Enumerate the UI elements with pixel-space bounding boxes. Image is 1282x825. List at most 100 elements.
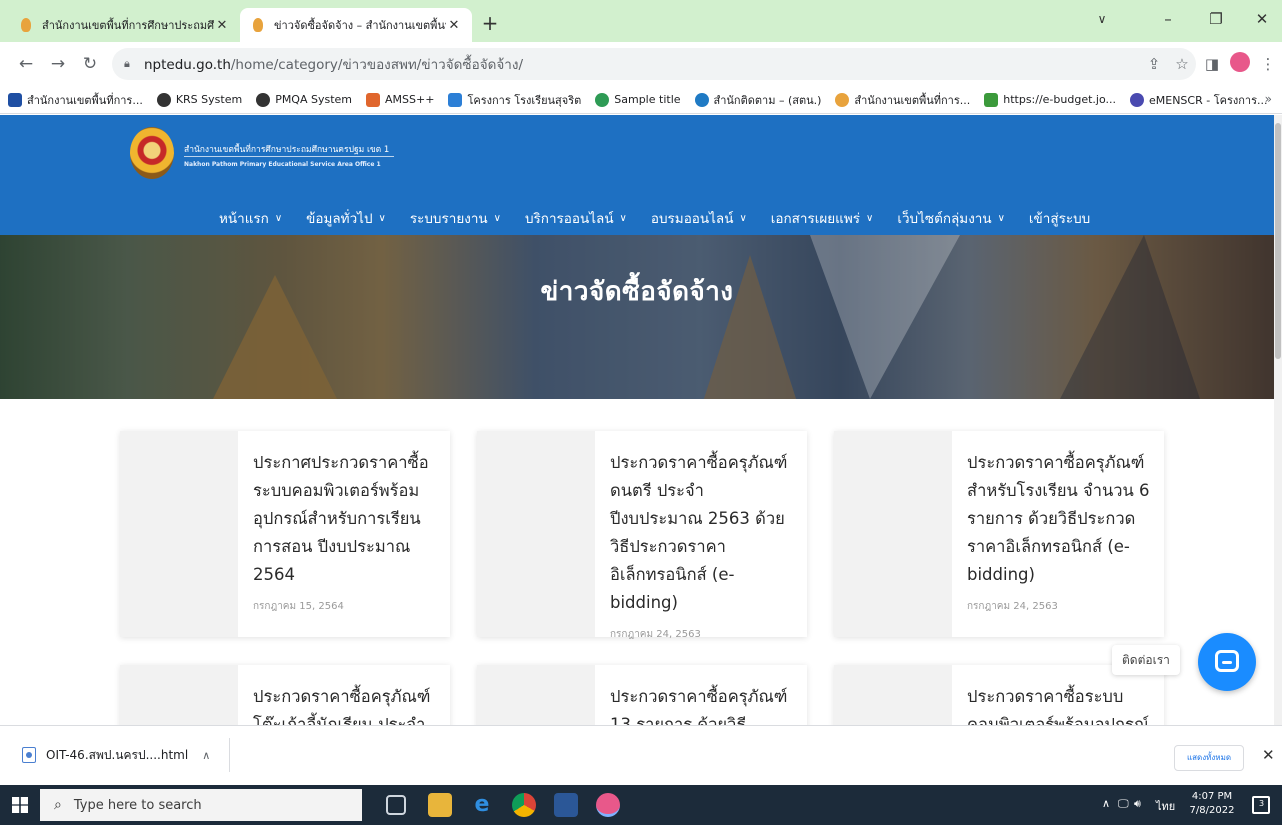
bookmark-item[interactable]: Sample title <box>595 92 681 107</box>
new-tab-button[interactable]: + <box>478 12 502 36</box>
post-card[interactable]: ประกวดราคาซื้อครุภัณฑ์ดนตรี ประจำปีงบประ… <box>477 431 807 640</box>
scrollbar-thumb[interactable] <box>1275 123 1281 359</box>
chevron-down-icon: ∨ <box>274 212 283 224</box>
close-tab-icon[interactable]: ✕ <box>214 18 230 33</box>
taskbar-search-box[interactable]: ⌕ Type here to search <box>40 789 362 821</box>
file-explorer-icon[interactable] <box>428 793 452 817</box>
tab-search-chevron-icon[interactable]: ∨ <box>1082 6 1122 32</box>
post-card[interactable]: ประกวดราคาซื้อครุภัณฑ์ 13 รายการ ด้วยวิธ… <box>477 665 807 725</box>
tab-title: สำนักงานเขตพื้นที่การศึกษาประถมศึกษ <box>42 19 214 32</box>
taskbar-clock[interactable]: 4:07 PM 7/8/2022 <box>1186 790 1238 818</box>
chevron-up-icon[interactable]: ∧ <box>202 749 210 762</box>
bookmark-label: PMQA System <box>275 93 353 106</box>
bookmark-item[interactable]: AMSS++ <box>366 92 434 107</box>
network-icon[interactable]: 🖵︎ <box>1118 797 1129 811</box>
nav-publications[interactable]: เอกสารเผยแพร่ ∨ <box>771 207 874 229</box>
bookmark-item[interactable]: โครงการ โรงเรียนสุจริต <box>448 91 581 109</box>
chrome-icon[interactable] <box>512 793 536 817</box>
nav-report-system[interactable]: ระบบรายงาน ∨ <box>410 207 501 229</box>
download-bar: OIT-46.สพป.นครป....html ∧ <box>0 725 1282 785</box>
task-view-icon[interactable] <box>386 795 406 815</box>
post-card[interactable]: ประกาศประกวดราคาซื้อระบบคอมพิวเตอร์พร้อม… <box>120 431 450 637</box>
page-scrollbar[interactable] <box>1274 115 1282 725</box>
tab-title: ข่าวจัดซื้อจัดจ้าง – สำนักงานเขตพื้นที่ก <box>274 19 446 32</box>
post-thumbnail[interactable] <box>477 665 595 725</box>
download-item[interactable]: OIT-46.สพป.นครป....html ∧ <box>10 738 230 772</box>
nav-label: ระบบรายงาน <box>409 211 488 227</box>
nav-general-info[interactable]: ข้อมูลทั่วไป ∨ <box>306 207 386 229</box>
site-header: สำนักงานเขตพื้นที่การศึกษาประถมศึกษานครป… <box>0 115 1274 235</box>
post-card[interactable]: ประกวดราคาซื้อครุภัณฑ์โต๊ะเก้าอี้นักเรีย… <box>120 665 450 725</box>
nav-online-services[interactable]: บริการออนไลน์ ∨ <box>525 207 627 229</box>
divider <box>184 156 394 157</box>
post-thumbnail[interactable] <box>834 665 952 725</box>
bookmark-item[interactable]: PMQA System <box>256 92 353 107</box>
share-icon[interactable]: ⇪ <box>1142 52 1166 76</box>
search-icon: ⌕ <box>54 797 62 813</box>
address-bar[interactable]: 🔒︎ nptedu.go.th/home/category/ข่าวของสพท… <box>112 48 1196 80</box>
bookmark-favicon-icon <box>366 92 381 107</box>
contact-us-label[interactable]: ติดต่อเรา <box>1112 645 1180 675</box>
bookmark-item[interactable]: KRS System <box>156 92 243 107</box>
show-all-downloads-button[interactable]: แสดงทั้งหมด <box>1174 745 1244 771</box>
menu-kebab-icon[interactable]: ⋮ <box>1256 52 1280 76</box>
nav-login[interactable]: เข้าสู่ระบบ <box>1029 207 1090 229</box>
obec-emblem-logo[interactable] <box>130 127 174 179</box>
browser-tab-1[interactable]: สำนักงานเขตพื้นที่การศึกษาประถมศึกษ ✕ <box>8 8 240 42</box>
post-title-link[interactable]: ประกวดราคาซื้อครุภัณฑ์ 13 รายการ ด้วยวิธ… <box>610 683 795 725</box>
bookmark-item[interactable]: สำนักงานเขตพื้นที่การ... <box>8 91 143 109</box>
post-body: ประกวดราคาซื้อครุภัณฑ์ดนตรี ประจำปีงบประ… <box>610 449 795 642</box>
nav-department-sites[interactable]: เว็บไซต์กลุ่มงาน ∨ <box>897 207 1005 229</box>
clock-date: 7/8/2022 <box>1189 805 1235 816</box>
bookmark-star-icon[interactable]: ☆ <box>1170 52 1194 76</box>
forward-arrow-icon[interactable]: → <box>46 52 70 76</box>
post-title-link[interactable]: ประกวดราคาซื้อครุภัณฑ์โต๊ะเก้าอี้นักเรีย… <box>253 683 438 725</box>
close-tab-icon[interactable]: ✕ <box>446 18 462 33</box>
bookmark-item[interactable]: สำนักงานเขตพื้นที่การ... <box>835 91 970 109</box>
volume-icon[interactable]: 🔊︎ <box>1134 797 1141 811</box>
internet-explorer-icon[interactable]: e <box>470 793 494 817</box>
post-thumbnail[interactable] <box>120 431 238 637</box>
post-card[interactable]: ประกวดราคาซื้อครุภัณฑ์สำหรับโรงเรียน จำน… <box>834 431 1164 637</box>
minimize-button[interactable]: – <box>1148 6 1188 32</box>
tray-chevron-up-icon[interactable]: ∧ <box>1102 797 1110 810</box>
notifications-icon[interactable]: 3 <box>1252 796 1270 814</box>
post-title-link[interactable]: ประกวดราคาซื้อระบบคอมพิวเตอร์พร้อมอุปกรณ… <box>967 683 1152 725</box>
bookmark-label: สำนักงานเขตพื้นที่การ... <box>854 93 971 107</box>
post-title-link[interactable]: ประกวดราคาซื้อครุภัณฑ์ดนตรี ประจำปีงบประ… <box>610 449 795 617</box>
windows-start-icon[interactable] <box>12 797 28 813</box>
bookmark-label: สำนักติดตาม – (สตน.) <box>713 93 822 107</box>
chrome-profile-icon[interactable] <box>596 793 620 817</box>
post-thumbnail[interactable] <box>120 665 238 725</box>
post-thumbnail[interactable] <box>477 431 595 637</box>
bookmark-item[interactable]: https://e-budget.jo... <box>984 92 1116 107</box>
bookmarks-bar: สำนักงานเขตพื้นที่การ... KRS System PMQA… <box>0 86 1282 114</box>
more-bookmarks-icon[interactable]: » <box>1265 92 1272 106</box>
bookmark-favicon-icon <box>8 92 22 107</box>
site-favicon-icon <box>18 17 34 33</box>
bookmark-item[interactable]: สำนักติดตาม – (สตน.) <box>694 91 822 109</box>
post-title-link[interactable]: ประกวดราคาซื้อครุภัณฑ์สำหรับโรงเรียน จำน… <box>967 449 1152 589</box>
side-panel-icon[interactable]: ◨ <box>1200 52 1224 76</box>
bookmark-label: KRS System <box>175 93 243 106</box>
back-arrow-icon[interactable]: ← <box>14 52 38 76</box>
nav-home[interactable]: หน้าแรก ∨ <box>219 207 282 229</box>
close-window-button[interactable]: ✕ <box>1242 6 1282 32</box>
nav-label: หน้าแรก <box>219 211 269 227</box>
profile-avatar[interactable] <box>1230 52 1250 72</box>
post-title-link[interactable]: ประกาศประกวดราคาซื้อระบบคอมพิวเตอร์พร้อม… <box>253 449 438 589</box>
word-icon[interactable] <box>554 793 578 817</box>
input-language[interactable]: ไทย <box>1156 797 1175 815</box>
close-download-bar-icon[interactable]: ✕ <box>1262 746 1275 764</box>
chat-button[interactable] <box>1198 633 1256 691</box>
post-thumbnail[interactable] <box>834 431 952 637</box>
nav-online-training[interactable]: อบรมออนไลน์ ∨ <box>651 207 747 229</box>
post-body: ประกวดราคาซื้อครุภัณฑ์สำหรับโรงเรียน จำน… <box>967 449 1152 614</box>
bookmark-item[interactable]: eMENSCR - โครงการ... <box>1129 91 1267 109</box>
restore-button[interactable]: ❐ <box>1196 6 1236 32</box>
url-path: /home/category/ข่าวของสพท/ข่าวจัดซื้อจัด… <box>230 57 524 73</box>
bookmark-label: โครงการ โรงเรียนสุจริต <box>467 93 582 107</box>
post-date: กรกฎาคม 24, 2563 <box>967 601 1058 612</box>
reload-icon[interactable]: ↻ <box>78 52 102 76</box>
browser-tab-2[interactable]: ข่าวจัดซื้อจัดจ้าง – สำนักงานเขตพื้นที่ก… <box>240 8 472 42</box>
